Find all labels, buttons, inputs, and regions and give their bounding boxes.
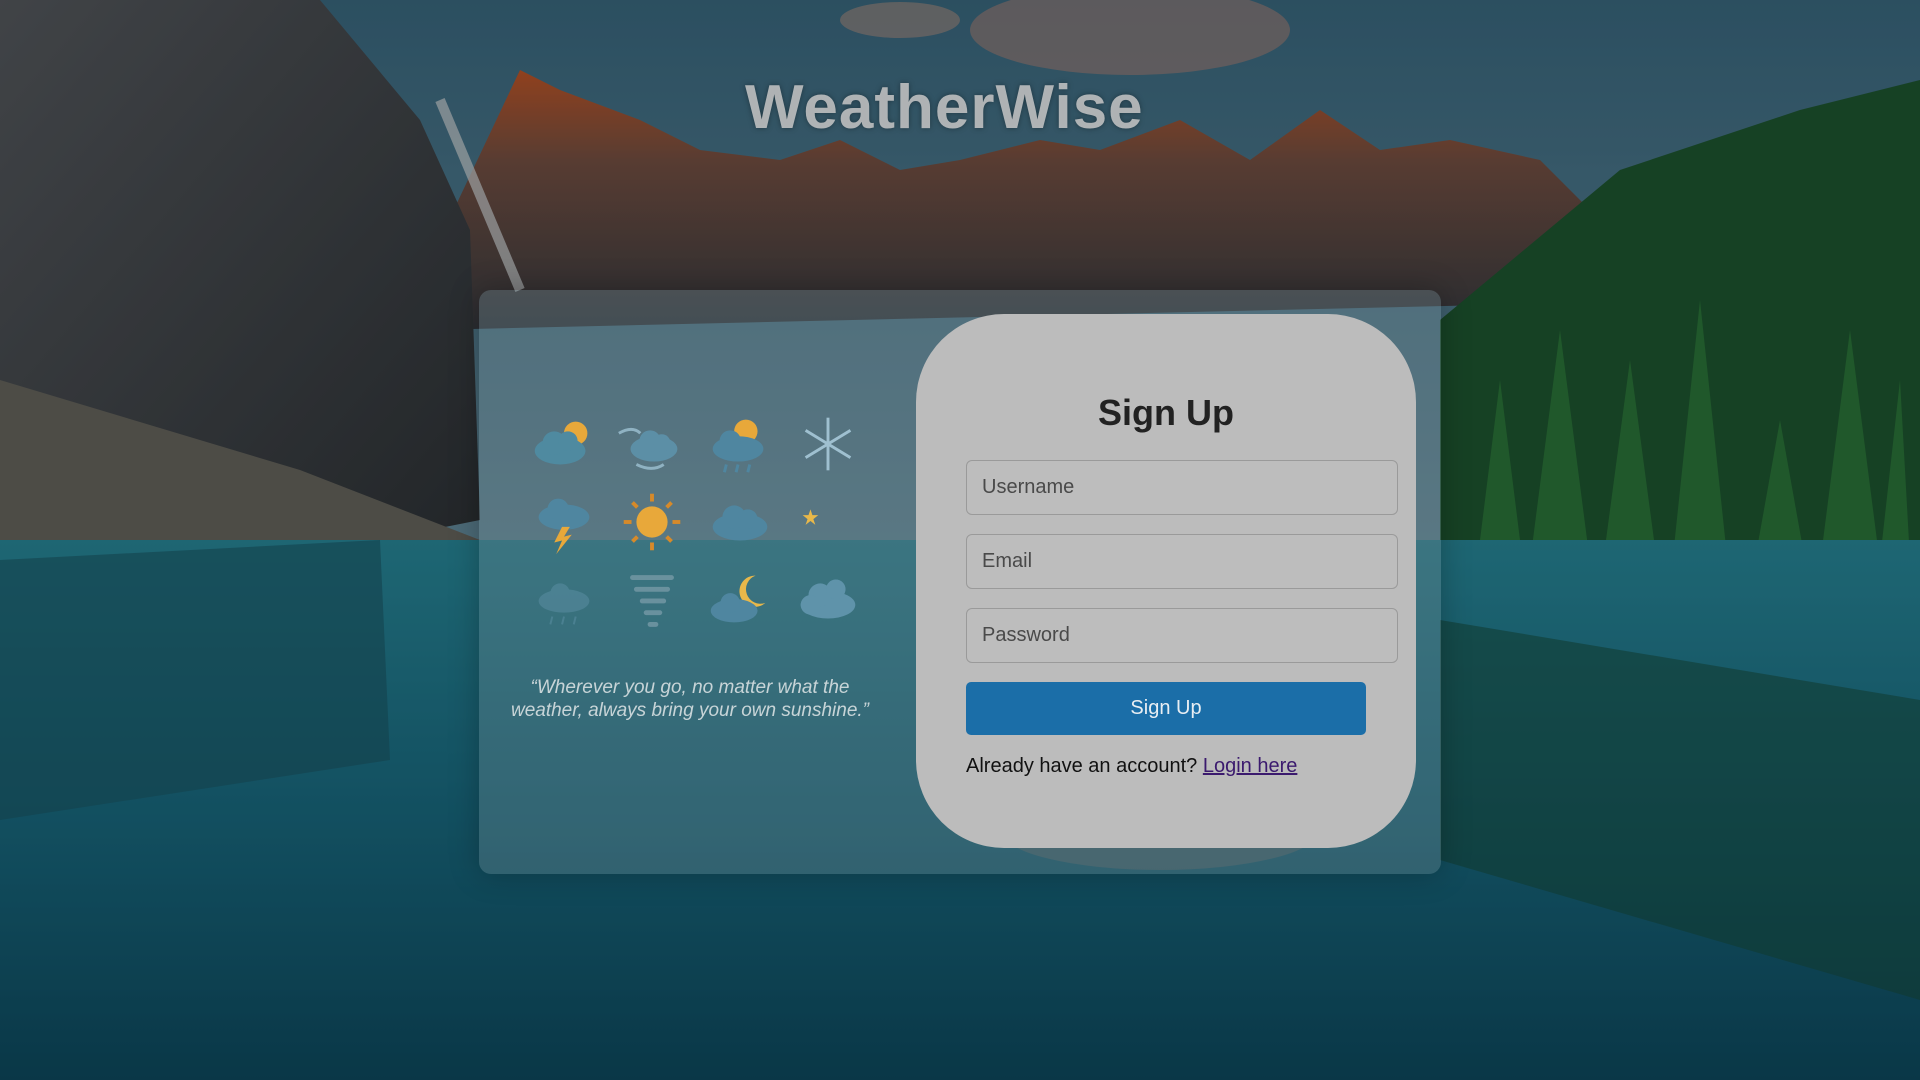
sun-icon (608, 483, 696, 561)
signup-card: Sign Up Sign Up Already have an account?… (916, 314, 1416, 848)
thunderstorm-icon (520, 483, 608, 561)
hail-cloud-icon (784, 561, 872, 639)
login-prompt: Already have an account? Login here (966, 755, 1297, 778)
signup-title: Sign Up (1098, 392, 1234, 433)
weather-icons-grid (520, 405, 860, 635)
cloud-sun-icon (520, 405, 608, 483)
login-prompt-text: Already have an account? (966, 755, 1198, 777)
app-title: WeatherWise (745, 73, 1144, 142)
signup-button[interactable]: Sign Up (966, 682, 1366, 735)
wind-cloud-icon (608, 405, 696, 483)
email-input[interactable] (966, 534, 1398, 589)
cloud-icon (696, 483, 784, 561)
username-input[interactable] (966, 460, 1398, 515)
password-input[interactable] (966, 608, 1398, 663)
moon-stars-icon (784, 483, 872, 561)
drizzle-cloud-icon (520, 561, 608, 639)
quote-text: “Wherever you go, no matter what the wea… (510, 677, 870, 721)
rain-sun-icon (696, 405, 784, 483)
login-link[interactable]: Login here (1203, 755, 1298, 777)
cloud-moon-icon (696, 561, 784, 639)
snowflake-icon (784, 405, 872, 483)
tornado-icon (608, 561, 696, 639)
